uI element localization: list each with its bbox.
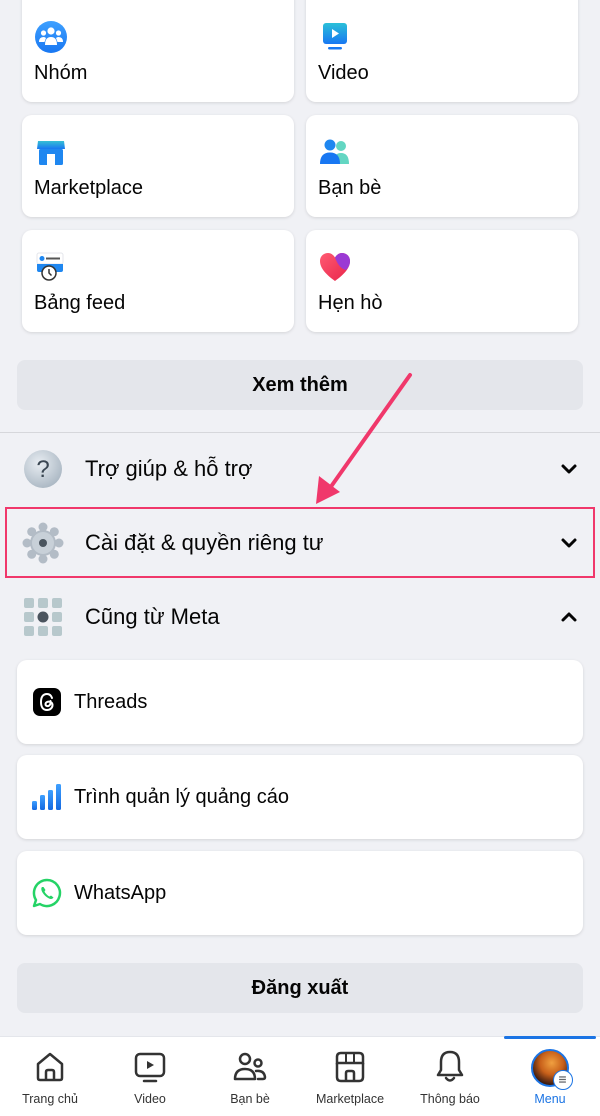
shortcut-label: Marketplace: [34, 177, 143, 199]
marketplace-store-icon: [335, 1051, 365, 1083]
meta-app-label: Trình quản lý quảng cáo: [74, 785, 289, 808]
help-question-icon: ?: [24, 450, 62, 488]
tab-label: Trang chủ: [22, 1092, 78, 1106]
bell-icon: [436, 1050, 464, 1082]
section-label: Cũng từ Meta: [85, 604, 220, 629]
tab-notifications[interactable]: Thông báo: [400, 1037, 500, 1116]
tab-label: Thông báo: [420, 1092, 480, 1106]
tab-friends[interactable]: Bạn bè: [200, 1037, 300, 1116]
shortcut-marketplace[interactable]: Marketplace: [22, 115, 294, 217]
svg-text:?: ?: [36, 456, 49, 483]
section-settings-privacy[interactable]: Cài đặt & quyền riêng tư: [0, 507, 600, 579]
ads-manager-icon: [32, 784, 61, 810]
meta-app-label: WhatsApp: [74, 881, 167, 904]
tab-menu[interactable]: Menu: [500, 1036, 600, 1116]
section-help-support[interactable]: ? Trợ giúp & hỗ trợ: [0, 433, 600, 505]
shortcut-friends[interactable]: Bạn bè: [306, 115, 578, 217]
meta-apps-grid-icon: [24, 598, 62, 636]
shortcut-label: Video: [318, 62, 369, 84]
shortcut-feeds[interactable]: Bảng feed: [22, 230, 294, 332]
shortcut-video[interactable]: Video: [306, 0, 578, 102]
video-play-icon: [134, 1052, 166, 1083]
shortcuts-grid: Nhóm Video Marketplace Bạn bè Bảng feed …: [22, 0, 578, 332]
meta-app-label: Threads: [74, 690, 148, 713]
marketplace-icon: [37, 141, 65, 165]
whatsapp-icon: [32, 878, 62, 908]
avatar: [531, 1049, 573, 1090]
tab-label: Menu: [534, 1092, 566, 1106]
bottom-tab-bar: Trang chủ Video Bạn bè Marketplace Thông…: [0, 1036, 600, 1116]
video-icon: [323, 23, 347, 50]
tab-home[interactable]: Trang chủ: [0, 1037, 100, 1116]
feeds-icon: [36, 252, 64, 281]
shortcut-label: Bạn bè: [318, 177, 382, 199]
menu-hamburger-icon: [553, 1070, 573, 1090]
settings-gear-icon: [22, 522, 64, 564]
shortcut-groups[interactable]: Nhóm: [22, 0, 294, 102]
tab-label: Marketplace: [315, 1092, 385, 1106]
tab-video[interactable]: Video: [100, 1037, 200, 1116]
tab-label: Bạn bè: [230, 1092, 270, 1106]
section-label: Cài đặt & quyền riêng tư: [85, 530, 324, 555]
shortcut-label: Bảng feed: [34, 292, 126, 314]
meta-app-ads-manager[interactable]: Trình quản lý quảng cáo: [17, 755, 583, 839]
shortcut-label: Nhóm: [34, 62, 88, 84]
logout-button[interactable]: Đăng xuất: [17, 963, 583, 1013]
dating-heart-icon: [320, 253, 350, 281]
home-icon: [36, 1052, 64, 1082]
meta-app-whatsapp[interactable]: WhatsApp: [17, 851, 583, 935]
groups-icon: [35, 21, 67, 53]
threads-icon: [33, 688, 61, 716]
section-also-from-meta[interactable]: Cũng từ Meta: [0, 581, 600, 653]
chevron-down-icon: [561, 464, 577, 474]
chevron-down-icon: [561, 538, 577, 548]
friends-icon: [233, 1052, 267, 1081]
chevron-up-icon: [561, 612, 577, 622]
tab-label: Video: [134, 1092, 166, 1106]
friends-icon: [320, 139, 349, 164]
tab-marketplace[interactable]: Marketplace: [300, 1037, 400, 1116]
shortcut-dating[interactable]: Hẹn hò: [306, 230, 578, 332]
see-more-button[interactable]: Xem thêm: [17, 360, 583, 410]
section-label: Trợ giúp & hỗ trợ: [85, 456, 253, 481]
shortcut-label: Hẹn hò: [318, 292, 383, 314]
meta-app-threads[interactable]: Threads: [17, 660, 583, 744]
